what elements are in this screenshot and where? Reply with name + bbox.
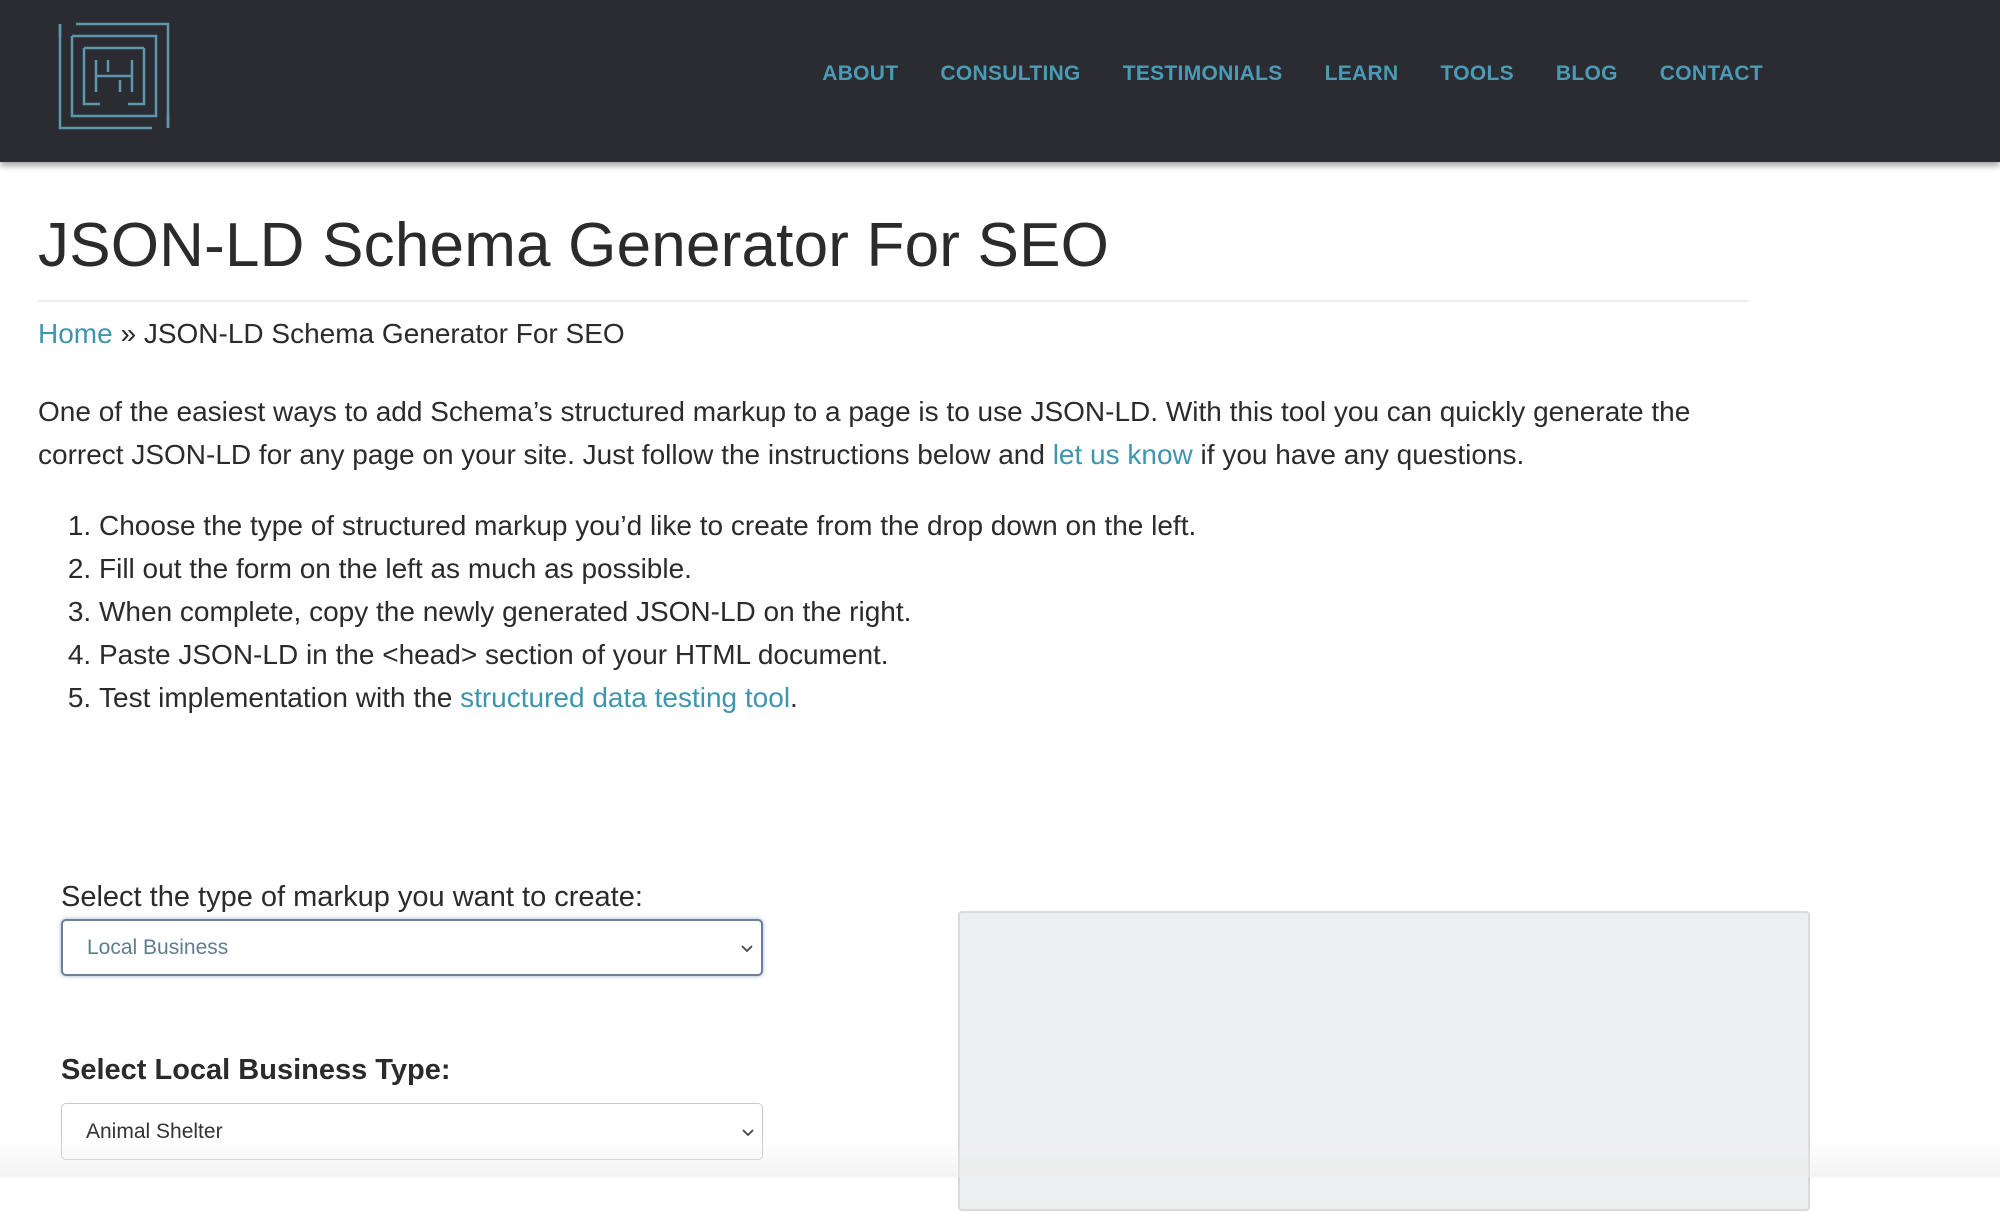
chevron-down-icon <box>742 1128 754 1136</box>
chevron-down-icon <box>741 944 753 952</box>
business-type-value: Animal Shelter <box>86 1120 223 1143</box>
breadcrumb-separator: » <box>112 318 144 350</box>
breadcrumb-home-link[interactable]: Home <box>38 318 113 349</box>
let-us-know-link[interactable]: let us know <box>1053 439 1193 470</box>
step-5-period: . <box>790 682 798 714</box>
structured-data-testing-tool-link[interactable]: structured data testing tool <box>460 682 790 713</box>
breadcrumb: Home » JSON-LD Schema Generator For SEO <box>38 318 1748 350</box>
instructions-list: Choose the type of structured markup you… <box>38 504 1748 719</box>
markup-type-select[interactable]: Local Business <box>61 919 763 976</box>
nav-blog[interactable]: BLOG <box>1556 62 1618 86</box>
markup-type-value: Local Business <box>87 936 229 959</box>
title-divider <box>38 300 1748 303</box>
intro-text-end: if you have any questions. <box>1192 439 1525 471</box>
nav-contact[interactable]: CONTACT <box>1660 62 1763 86</box>
schema-form: Select the type of markup you want to cr… <box>61 881 763 1160</box>
step-2: Fill out the form on the left as much as… <box>99 547 1748 590</box>
site-header: ABOUT CONSULTING TESTIMONIALS LEARN TOOL… <box>0 0 2000 162</box>
intro-paragraph: One of the easiest ways to add Schema’s … <box>38 390 1758 476</box>
business-type-select[interactable]: Animal Shelter <box>61 1103 763 1160</box>
nav-testimonials[interactable]: TESTIMONIALS <box>1123 62 1283 86</box>
step-5: Test implementation with the structured … <box>99 676 1748 719</box>
breadcrumb-current: JSON-LD Schema Generator For SEO <box>143 318 625 350</box>
main-nav: ABOUT CONSULTING TESTIMONIALS LEARN TOOL… <box>822 62 1763 86</box>
step-1: Choose the type of structured markup you… <box>99 504 1748 547</box>
step-3: When complete, copy the newly generated … <box>99 590 1748 633</box>
business-type-label: Select Local Business Type: <box>61 1054 451 1086</box>
step-4: Paste JSON-LD in the <head> section of y… <box>99 633 1748 676</box>
nav-about[interactable]: ABOUT <box>822 62 898 86</box>
page-title: JSON-LD Schema Generator For SEO <box>38 211 1110 280</box>
nav-tools[interactable]: TOOLS <box>1440 62 1513 86</box>
nav-consulting[interactable]: CONSULTING <box>940 62 1080 86</box>
maze-h-logo-icon[interactable] <box>58 22 170 130</box>
json-ld-output-panel[interactable] <box>958 911 1810 1211</box>
step-5-text: Test implementation with the <box>99 682 461 714</box>
main-content: JSON-LD Schema Generator For SEO Home » … <box>38 162 1748 719</box>
nav-learn[interactable]: LEARN <box>1325 62 1399 86</box>
markup-type-label: Select the type of markup you want to cr… <box>61 881 643 913</box>
